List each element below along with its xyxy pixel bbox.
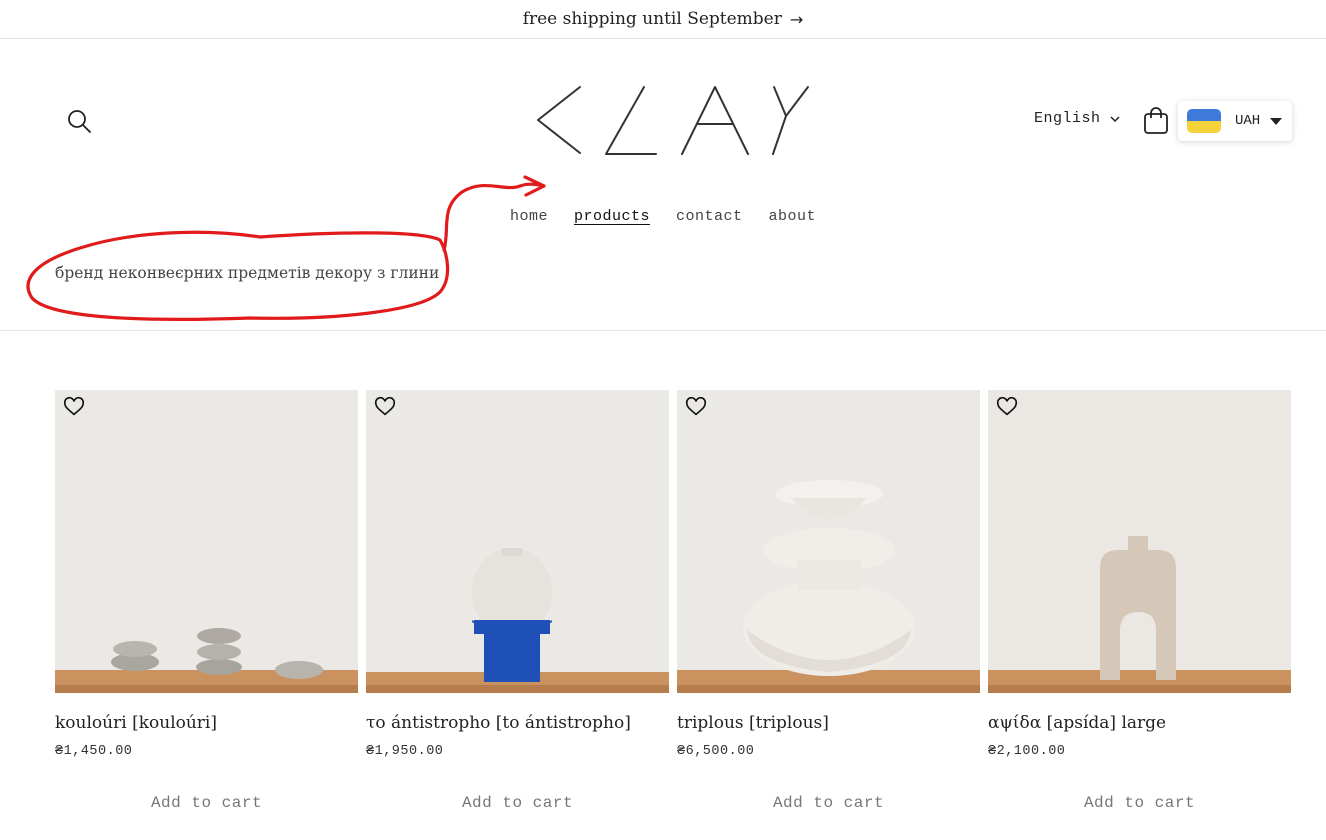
nav-contact[interactable]: contact (663, 208, 756, 225)
search-button[interactable] (66, 108, 94, 136)
product-price: ₴2,100.00 (988, 744, 1066, 759)
product-title[interactable]: kouloúri [kouloúri] (55, 713, 358, 733)
language-label: English (1034, 110, 1101, 127)
language-selector[interactable]: English (1034, 110, 1121, 127)
annotation-scribble (26, 175, 546, 321)
logo[interactable] (532, 82, 814, 160)
brand-tagline: бренд неконвеєрних предметів декору з гл… (55, 264, 440, 282)
caret-down-icon (1270, 117, 1283, 125)
arrow-right-icon: → (789, 9, 804, 29)
product-grid: kouloúri [kouloúri] ₴1,450.00 Add to car… (55, 390, 1291, 812)
currency-selector[interactable]: UAH (1178, 101, 1292, 141)
heart-icon[interactable] (374, 396, 396, 418)
bag-icon (1144, 107, 1168, 134)
add-to-cart-button[interactable]: Add to cart (677, 794, 980, 812)
add-to-cart-button[interactable]: Add to cart (366, 794, 669, 812)
product-photo-blue-vase (366, 390, 669, 693)
product-photo-arch-vase (988, 390, 1291, 693)
search-icon (68, 110, 91, 133)
product-price: ₴1,950.00 (366, 744, 444, 759)
product-image[interactable] (55, 390, 358, 693)
add-to-cart-button[interactable]: Add to cart (988, 794, 1291, 812)
nav-products[interactable]: products (561, 208, 663, 225)
product-title[interactable]: το ántistropho [to ántistropho] (366, 713, 669, 733)
heart-icon[interactable] (996, 396, 1018, 418)
product-card[interactable]: αψίδα [apsída] large ₴2,100.00 Add to ca… (988, 390, 1291, 812)
nav-home[interactable]: home (497, 208, 561, 225)
currency-code: UAH (1235, 113, 1261, 129)
product-price: ₴1,450.00 (55, 744, 133, 759)
product-image[interactable] (677, 390, 980, 693)
add-to-cart-button[interactable]: Add to cart (55, 794, 358, 812)
announcement-bar[interactable]: free shipping until September → (0, 0, 1326, 39)
cart-button[interactable] (1142, 106, 1170, 136)
product-card[interactable]: triplous [triplous] ₴6,500.00 Add to car… (677, 390, 980, 812)
product-price: ₴6,500.00 (677, 744, 755, 759)
product-title[interactable]: αψίδα [apsída] large (988, 713, 1291, 733)
product-image[interactable] (988, 390, 1291, 693)
product-photo-stones (55, 390, 358, 693)
nav-about[interactable]: about (756, 208, 830, 225)
announcement-text: free shipping until September (522, 9, 782, 29)
main-nav: home products contact about (0, 208, 1326, 225)
product-card[interactable]: kouloúri [kouloúri] ₴1,450.00 Add to car… (55, 390, 358, 812)
heart-icon[interactable] (63, 396, 85, 418)
header-divider (0, 330, 1326, 331)
clay-logo (537, 86, 809, 155)
product-image[interactable] (366, 390, 669, 693)
product-card[interactable]: το ántistropho [to ántistropho] ₴1,950.0… (366, 390, 669, 812)
chevron-down-icon (1109, 115, 1120, 122)
product-title[interactable]: triplous [triplous] (677, 713, 980, 733)
ukraine-flag-icon (1187, 109, 1221, 133)
product-photo-triple-vase (677, 390, 980, 693)
heart-icon[interactable] (685, 396, 707, 418)
